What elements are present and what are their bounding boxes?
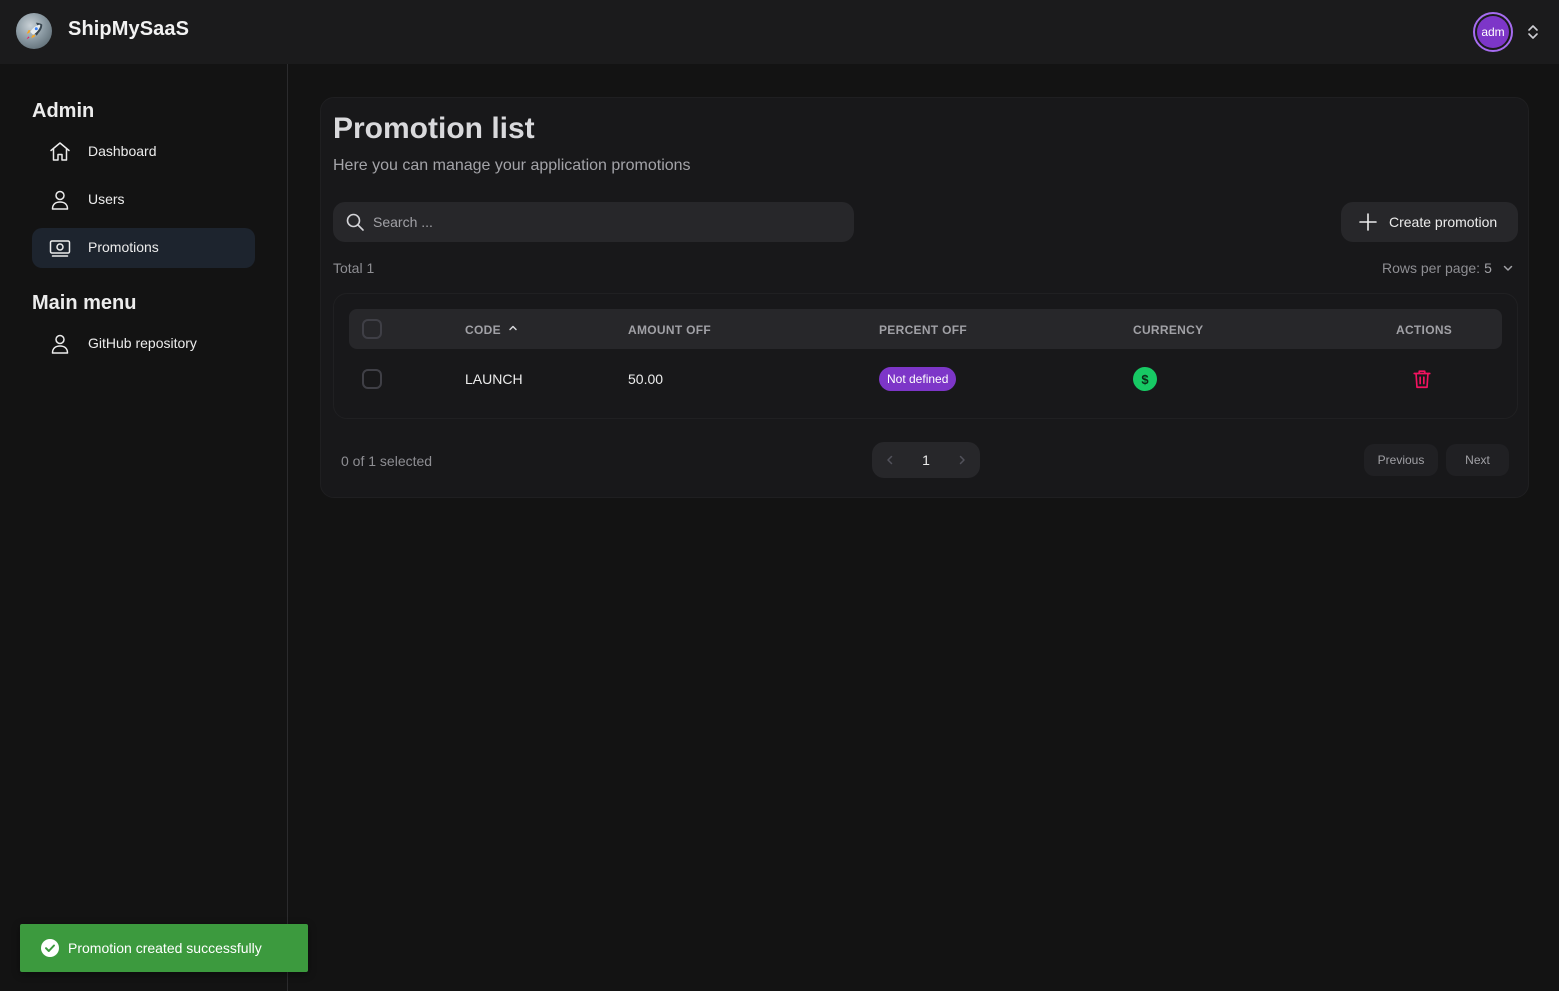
- money-icon: [49, 240, 71, 257]
- sidebar-section-admin: Admin: [32, 100, 95, 122]
- selection-count: 0 of 1 selected: [341, 453, 433, 469]
- rows-per-page-label: Rows per page:: [1382, 260, 1481, 276]
- toast-message: Promotion created successfully: [68, 940, 262, 956]
- create-promotion-button[interactable]: Create promotion: [1341, 202, 1518, 242]
- column-header-actions: ACTIONS: [1396, 323, 1453, 337]
- total-count: Total 1: [333, 260, 375, 276]
- sidebar-item-label: Dashboard: [88, 143, 157, 159]
- success-toast[interactable]: Promotion created successfully: [20, 924, 308, 972]
- pagination: 1: [872, 442, 980, 478]
- search-input[interactable]: [373, 202, 843, 242]
- select-all-checkbox[interactable]: [362, 319, 382, 339]
- page-number-1[interactable]: 1: [915, 452, 937, 468]
- chevron-up-down-icon[interactable]: [1524, 22, 1542, 42]
- sidebar: Admin Dashboard Users Promotions Main me…: [0, 64, 288, 991]
- previous-page-button[interactable]: Previous: [1364, 444, 1438, 476]
- cell-code: LAUNCH: [465, 371, 523, 387]
- next-page-button[interactable]: Next: [1446, 444, 1509, 476]
- sidebar-item-promotions[interactable]: Promotions: [32, 228, 255, 268]
- cell-percent-off-badge: Not defined: [879, 367, 957, 391]
- sidebar-item-dashboard[interactable]: Dashboard: [32, 132, 255, 172]
- sort-ascending-icon[interactable]: [508, 323, 518, 333]
- chevron-down-icon: [1503, 265, 1513, 271]
- sidebar-item-github-repository[interactable]: GitHub repository: [32, 324, 255, 364]
- promotion-list-card: Promotion list Here you can manage your …: [320, 97, 1529, 498]
- chevron-left-icon[interactable]: [884, 454, 896, 466]
- plus-icon: [1359, 213, 1377, 231]
- search-bar[interactable]: [333, 202, 854, 242]
- page-title: Promotion list: [333, 112, 535, 145]
- dollar-icon: $: [1133, 367, 1157, 391]
- sidebar-item-label: Users: [88, 191, 125, 207]
- sidebar-item-label: Promotions: [88, 239, 159, 255]
- user-icon: [51, 190, 69, 210]
- search-icon: [346, 213, 364, 231]
- avatar[interactable]: adm: [1473, 12, 1513, 52]
- create-promotion-label: Create promotion: [1389, 214, 1498, 230]
- rows-per-page-value: 5: [1484, 260, 1492, 276]
- page-subtitle: Here you can manage your application pro…: [333, 157, 691, 174]
- chevron-right-icon[interactable]: [956, 454, 968, 466]
- column-header-currency: CURRENCY: [1133, 323, 1204, 337]
- promotions-table: CODE AMOUNT OFF PERCENT OFF CURRENCY ACT…: [333, 293, 1518, 419]
- user-icon: [51, 334, 69, 354]
- check-circle-icon: [41, 939, 59, 957]
- avatar-initials: adm: [1477, 16, 1509, 48]
- rows-per-page-select[interactable]: Rows per page: 5: [1382, 260, 1514, 276]
- column-header-code[interactable]: CODE: [465, 323, 501, 337]
- rocket-logo-icon[interactable]: [16, 13, 52, 49]
- row-checkbox[interactable]: [362, 369, 382, 389]
- column-header-percent-off: PERCENT OFF: [879, 323, 967, 337]
- cell-amount-off: 50.00: [628, 371, 664, 387]
- top-bar: ShipMySaaS adm: [0, 0, 1559, 64]
- table-header: CODE AMOUNT OFF PERCENT OFF CURRENCY ACT…: [349, 309, 1502, 349]
- sidebar-item-label: GitHub repository: [88, 335, 197, 351]
- column-header-amount-off: AMOUNT OFF: [628, 323, 711, 337]
- trash-icon[interactable]: [1411, 368, 1433, 390]
- sidebar-item-users[interactable]: Users: [32, 180, 255, 220]
- brand-name[interactable]: ShipMySaaS: [68, 18, 189, 41]
- home-icon: [50, 142, 70, 161]
- sidebar-section-main-menu: Main menu: [32, 292, 137, 314]
